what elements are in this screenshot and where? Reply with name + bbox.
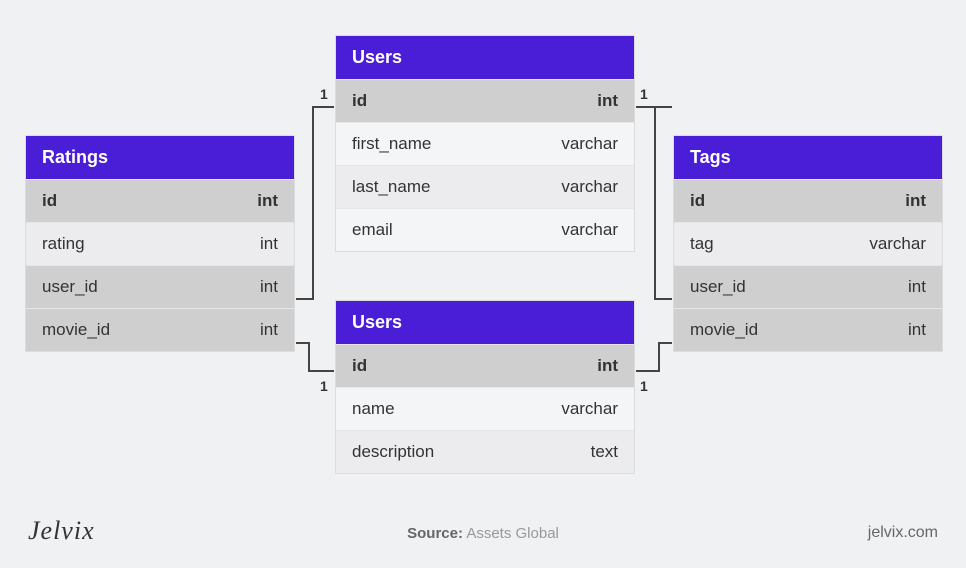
table-row: rating int xyxy=(26,222,294,265)
column-name: first_name xyxy=(352,134,431,154)
column-name: id xyxy=(42,191,57,211)
column-type: int xyxy=(597,91,618,111)
cardinality-label: 1 xyxy=(320,86,328,102)
table-row: name varchar xyxy=(336,387,634,430)
table-title: Users xyxy=(336,36,634,79)
column-type: int xyxy=(260,320,278,340)
table-row: first_name varchar xyxy=(336,122,634,165)
table-title: Users xyxy=(336,301,634,344)
table-row: user_id int xyxy=(674,265,942,308)
column-name: movie_id xyxy=(42,320,110,340)
table-tags: Tags id int tag varchar user_id int movi… xyxy=(673,135,943,352)
column-type: int xyxy=(260,234,278,254)
column-name: id xyxy=(352,91,367,111)
column-name: last_name xyxy=(352,177,430,197)
table-row: description text xyxy=(336,430,634,473)
connector-line xyxy=(312,106,314,300)
column-type: varchar xyxy=(561,134,618,154)
table-row: last_name varchar xyxy=(336,165,634,208)
column-name: user_id xyxy=(690,277,746,297)
column-type: varchar xyxy=(561,399,618,419)
table-row: movie_id int xyxy=(26,308,294,351)
brand-logo: Jelvix xyxy=(28,516,95,546)
column-name: description xyxy=(352,442,434,462)
source-label: Source: xyxy=(407,525,463,542)
connector-line xyxy=(308,370,334,372)
column-name: email xyxy=(352,220,393,240)
column-type: int xyxy=(908,320,926,340)
table-row: email varchar xyxy=(336,208,634,251)
column-type: varchar xyxy=(561,220,618,240)
column-type: varchar xyxy=(561,177,618,197)
connector-line xyxy=(654,106,656,300)
column-name: id xyxy=(352,356,367,376)
site-url: jelvix.com xyxy=(868,524,938,542)
column-type: text xyxy=(591,442,618,462)
erd-canvas: 1 1 1 1 Ratings id int rating int user_i… xyxy=(0,0,966,568)
source-value: Assets Global xyxy=(466,525,559,542)
column-name: movie_id xyxy=(690,320,758,340)
connector-line xyxy=(308,342,310,372)
table-row: movie_id int xyxy=(674,308,942,351)
connector-line xyxy=(658,342,672,344)
table-row: id int xyxy=(26,179,294,222)
connector-line xyxy=(312,106,334,108)
column-type: int xyxy=(908,277,926,297)
table-users-bottom: Users id int name varchar description te… xyxy=(335,300,635,474)
column-name: user_id xyxy=(42,277,98,297)
connector-line xyxy=(636,370,660,372)
table-ratings: Ratings id int rating int user_id int mo… xyxy=(25,135,295,352)
table-row: id int xyxy=(336,344,634,387)
column-type: int xyxy=(597,356,618,376)
cardinality-label: 1 xyxy=(320,378,328,394)
column-name: tag xyxy=(690,234,714,254)
connector-line xyxy=(654,298,672,300)
column-type: int xyxy=(905,191,926,211)
table-row: tag varchar xyxy=(674,222,942,265)
table-users-top: Users id int first_name varchar last_nam… xyxy=(335,35,635,252)
table-title: Ratings xyxy=(26,136,294,179)
column-name: rating xyxy=(42,234,85,254)
connector-line xyxy=(658,342,660,372)
column-name: name xyxy=(352,399,395,419)
cardinality-label: 1 xyxy=(640,86,648,102)
column-type: varchar xyxy=(869,234,926,254)
table-title: Tags xyxy=(674,136,942,179)
table-row: id int xyxy=(336,79,634,122)
table-row: id int xyxy=(674,179,942,222)
column-type: int xyxy=(260,277,278,297)
column-name: id xyxy=(690,191,705,211)
source-attribution: Source: Assets Global xyxy=(407,525,559,542)
cardinality-label: 1 xyxy=(640,378,648,394)
column-type: int xyxy=(257,191,278,211)
table-row: user_id int xyxy=(26,265,294,308)
